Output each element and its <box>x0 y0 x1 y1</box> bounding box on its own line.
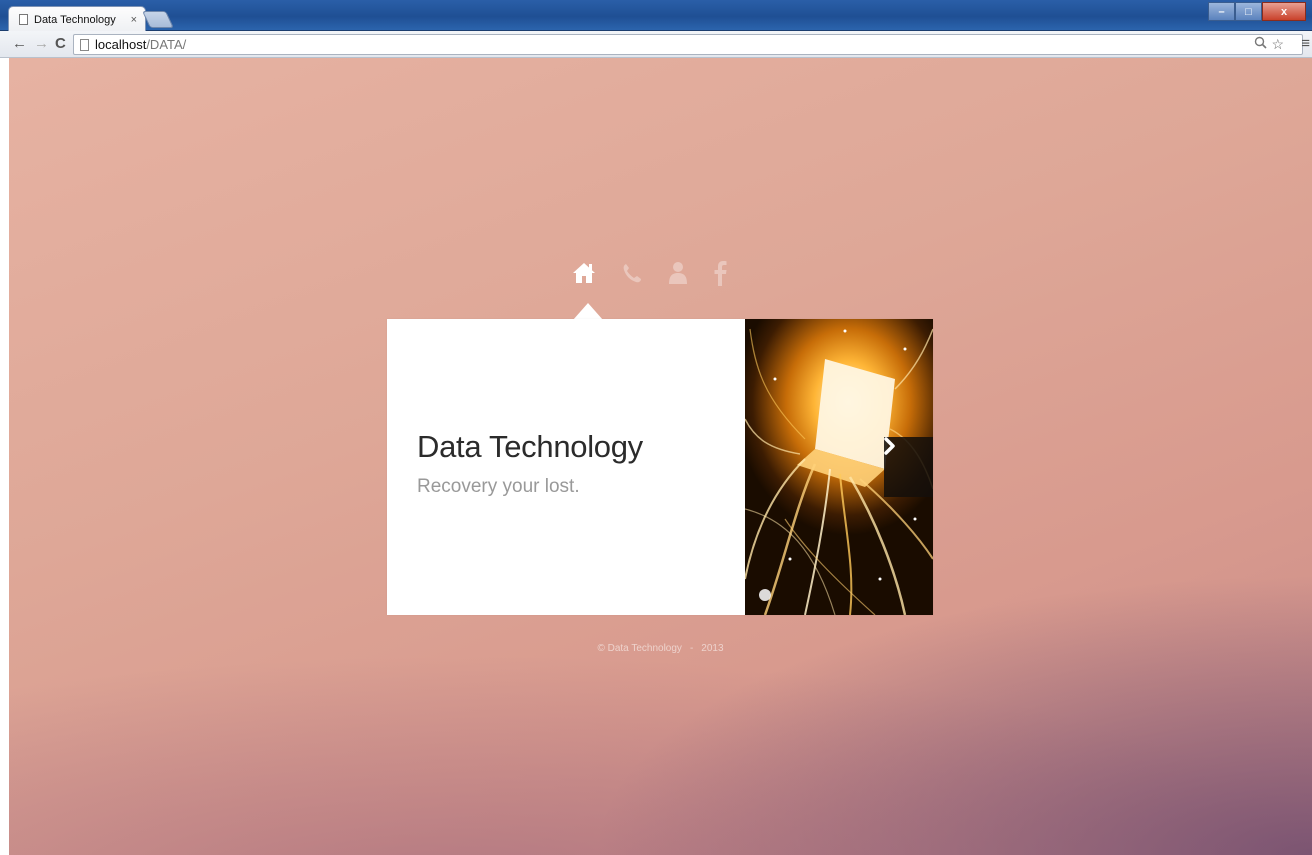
icon-nav <box>572 257 752 289</box>
menu-icon[interactable]: ≡ <box>1301 35 1310 52</box>
forward-arrow-icon[interactable]: → <box>34 35 49 53</box>
chevron-right-icon <box>884 437 895 455</box>
tab-title: Data Technology <box>34 13 116 26</box>
window-controls: – □ x <box>1208 2 1306 22</box>
page-icon <box>80 38 89 51</box>
close-window-button[interactable]: x <box>1262 2 1306 21</box>
hero-title: Data Technology <box>417 429 643 464</box>
page-viewport: Data Technology Recovery your lost. © Da… <box>9 58 1312 855</box>
hero-subtitle: Recovery your lost. <box>417 476 580 497</box>
page-icon <box>19 14 28 25</box>
zoom-icon[interactable] <box>1254 36 1268 53</box>
footer: © Data Technology -2013 <box>9 643 1312 654</box>
hero-card-text: Data Technology Recovery your lost. <box>387 319 745 615</box>
active-tab-pointer <box>573 303 603 320</box>
footer-copyright: © Data Technology <box>597 643 682 654</box>
new-tab-button[interactable] <box>142 11 174 28</box>
maximize-button[interactable]: □ <box>1235 2 1262 21</box>
bookmark-star-icon[interactable]: ☆ <box>1271 36 1284 53</box>
omnibox-actions: ☆ <box>1254 36 1284 53</box>
user-icon[interactable] <box>668 259 688 287</box>
browser-tab[interactable]: Data Technology × <box>8 6 146 32</box>
back-arrow-icon[interactable]: ← <box>12 35 27 53</box>
address-bar[interactable]: localhost/DATA/ ☆ <box>73 34 1303 55</box>
minimize-button[interactable]: – <box>1208 2 1235 21</box>
browser-toolbar: ← → C localhost/DATA/ ☆ ≡ <box>0 31 1312 58</box>
footer-separator: - <box>689 643 694 654</box>
url-path: /DATA/ <box>146 37 187 52</box>
home-icon[interactable] <box>572 259 596 287</box>
phone-icon[interactable] <box>621 259 643 287</box>
reload-icon[interactable]: C <box>55 35 66 53</box>
facebook-icon[interactable] <box>713 259 727 287</box>
footer-year: 2013 <box>701 643 724 654</box>
next-slide-button[interactable] <box>884 437 933 497</box>
tab-close-button[interactable]: × <box>129 14 139 26</box>
url-host: localhost <box>95 37 147 52</box>
hero-card: Data Technology Recovery your lost. <box>387 319 933 615</box>
laptop-light-image <box>745 319 933 615</box>
browser-titlebar: Data Technology × – □ x <box>0 0 1312 32</box>
